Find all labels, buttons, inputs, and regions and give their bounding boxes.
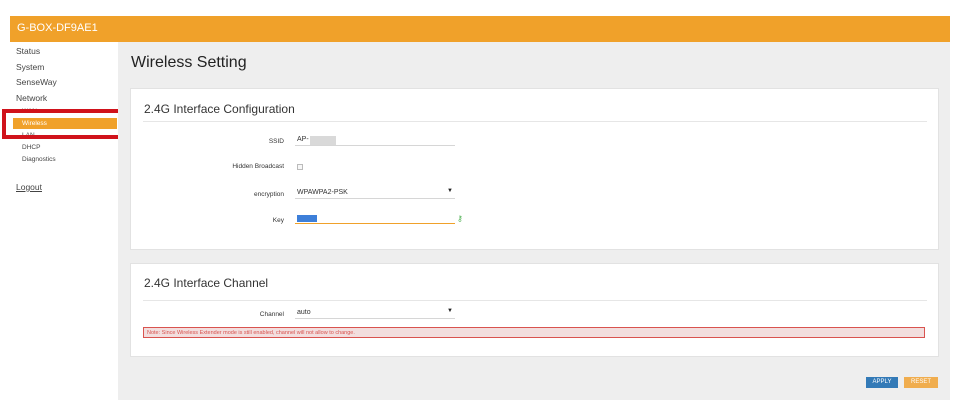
logout-link[interactable]: Logout <box>16 182 42 192</box>
reset-button[interactable]: RESET <box>904 377 938 388</box>
key-icon[interactable]: ⚷ <box>457 214 463 223</box>
apply-button[interactable]: APPLY <box>866 377 898 388</box>
top-bar: G-BOX-DF9AE1 <box>10 16 950 42</box>
panel-title: 2.4G Interface Configuration <box>144 102 295 116</box>
sidebar-subitem-diagnostics[interactable]: Diagnostics <box>22 156 56 163</box>
channel-value: auto <box>297 309 311 316</box>
divider <box>143 300 927 301</box>
ssid-field[interactable]: AP- <box>295 133 455 146</box>
ssid-redaction <box>309 136 336 145</box>
encryption-label: encryption <box>254 191 284 198</box>
sidebar-subitem-dhcp[interactable]: DHCP <box>22 144 40 151</box>
hidden-broadcast-checkbox[interactable] <box>297 164 303 170</box>
sidebar-item-system[interactable]: System <box>16 62 44 72</box>
key-masked-value <box>297 215 317 222</box>
device-name: G-BOX-DF9AE1 <box>17 22 98 34</box>
channel-label: Channel <box>259 311 284 318</box>
sidebar-item-network[interactable]: Network <box>16 93 47 103</box>
channel-select[interactable]: auto ▼ <box>295 306 455 319</box>
key-label: Key <box>272 217 284 224</box>
highlight-box <box>2 109 127 139</box>
sidebar: Status System SenseWay Network WAN Wirel… <box>10 42 118 400</box>
ssid-value: AP- <box>297 136 309 143</box>
interface-config-panel: 2.4G Interface Configuration SSID AP- Hi… <box>130 88 939 250</box>
interface-channel-panel: 2.4G Interface Channel Channel auto ▼ No… <box>130 263 939 357</box>
encryption-value: WPAWPA2-PSK <box>297 189 348 196</box>
panel-title: 2.4G Interface Channel <box>144 276 269 290</box>
key-field[interactable] <box>295 211 455 224</box>
divider <box>143 121 927 122</box>
caret-down-icon: ▼ <box>447 188 453 194</box>
main-content: Wireless Setting 2.4G Interface Configur… <box>118 42 950 400</box>
page-title: Wireless Setting <box>131 54 247 71</box>
channel-note: Note: Since Wireless Extender mode is st… <box>143 327 925 338</box>
encryption-select[interactable]: WPAWPA2-PSK ▼ <box>295 186 455 199</box>
sidebar-item-senseway[interactable]: SenseWay <box>16 77 57 87</box>
sidebar-item-status[interactable]: Status <box>16 46 40 56</box>
ssid-label: SSID <box>268 138 284 145</box>
hidden-broadcast-label: Hidden Broadcast <box>232 163 284 170</box>
caret-down-icon: ▼ <box>447 308 453 314</box>
